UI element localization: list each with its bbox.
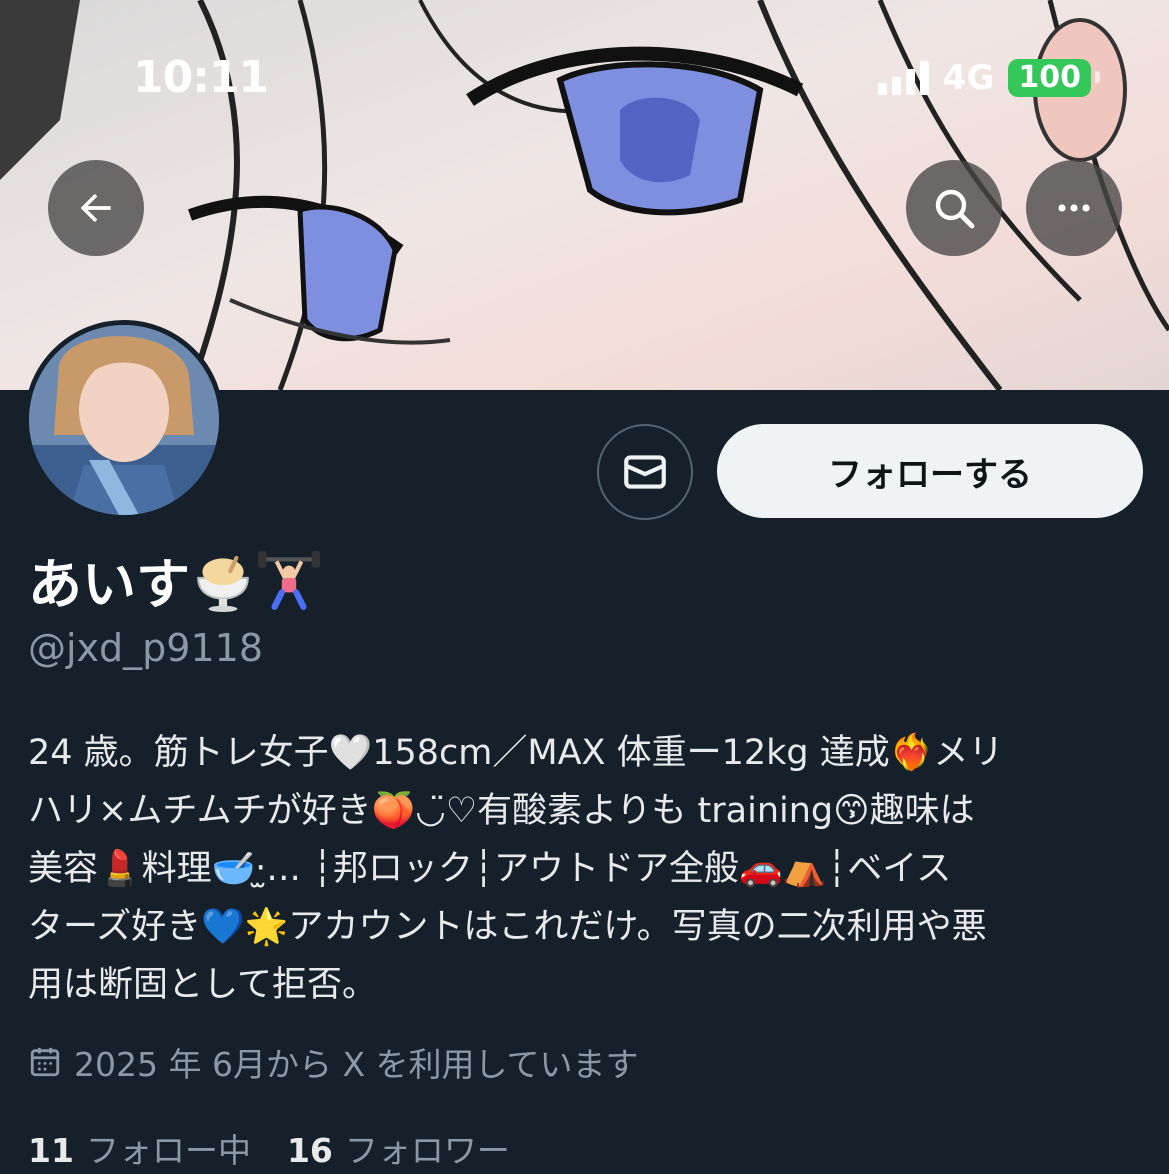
profile-banner[interactable]: 10:11 4G 100 (0, 0, 1169, 390)
search-button[interactable] (906, 160, 1002, 256)
weightlifting-icon (258, 550, 320, 610)
follow-stats: 11 フォロー中 16 フォロワー (28, 1124, 510, 1172)
ice-cream-icon (197, 555, 249, 612)
following-link[interactable]: 11 フォロー中 (28, 1124, 251, 1172)
status-time: 10:11 (133, 52, 269, 103)
message-button[interactable] (597, 424, 693, 520)
joined-text: 2025 年 6月から X を利用しています (74, 1045, 639, 1084)
search-icon (935, 189, 975, 229)
back-button[interactable] (48, 160, 144, 256)
joined-date: 2025 年 6月から X を利用しています (28, 1038, 639, 1086)
handle: @jxd_p9118 (28, 626, 263, 670)
followers-link[interactable]: 16 フォロワー (287, 1124, 510, 1172)
following-label: フォロー中 (85, 1131, 251, 1170)
envelope-icon (624, 455, 666, 489)
bio-line: ハリ×ムチムチが好き🍑◡̈♡有酸素よりも training😙趣味は (28, 791, 975, 831)
avatar[interactable] (24, 320, 224, 520)
display-name-text: あいす (28, 553, 190, 616)
bio: 24 歳。筋トレ女子🤍158cm／MAX 体重ー12kg 達成❤️‍🔥メリ ハリ… (28, 724, 1143, 1014)
avatar-photo (29, 325, 219, 515)
following-count: 11 (28, 1131, 74, 1170)
status-indicators: 4G 100 (877, 58, 1100, 98)
display-name: あいす (28, 540, 322, 619)
bio-line: 美容💄料理🥣‧̫‥. ┆邦ロック┆アウトドア全般🚗⛺️┆ベイス (28, 849, 952, 889)
bio-line: 用は断固として拒否。 (28, 965, 377, 1005)
battery-icon: 100 (1008, 59, 1100, 97)
bio-line: ターズ好き💙🌟アカウントはこれだけ。写真の二次利用や悪 (28, 907, 987, 947)
followers-count: 16 (286, 1131, 333, 1170)
follow-button[interactable]: フォローする (717, 424, 1143, 518)
followers-label: フォロワー (344, 1131, 510, 1170)
bio-line: 24 歳。筋トレ女子🤍158cm／MAX 体重ー12kg 達成❤️‍🔥メリ (28, 733, 1004, 773)
arrow-left-icon (80, 193, 111, 223)
more-button[interactable] (1026, 160, 1122, 256)
signal-icon (877, 61, 929, 95)
more-dots-icon (1058, 204, 1090, 212)
network-type: 4G (942, 58, 995, 98)
calendar-icon (30, 1047, 60, 1077)
